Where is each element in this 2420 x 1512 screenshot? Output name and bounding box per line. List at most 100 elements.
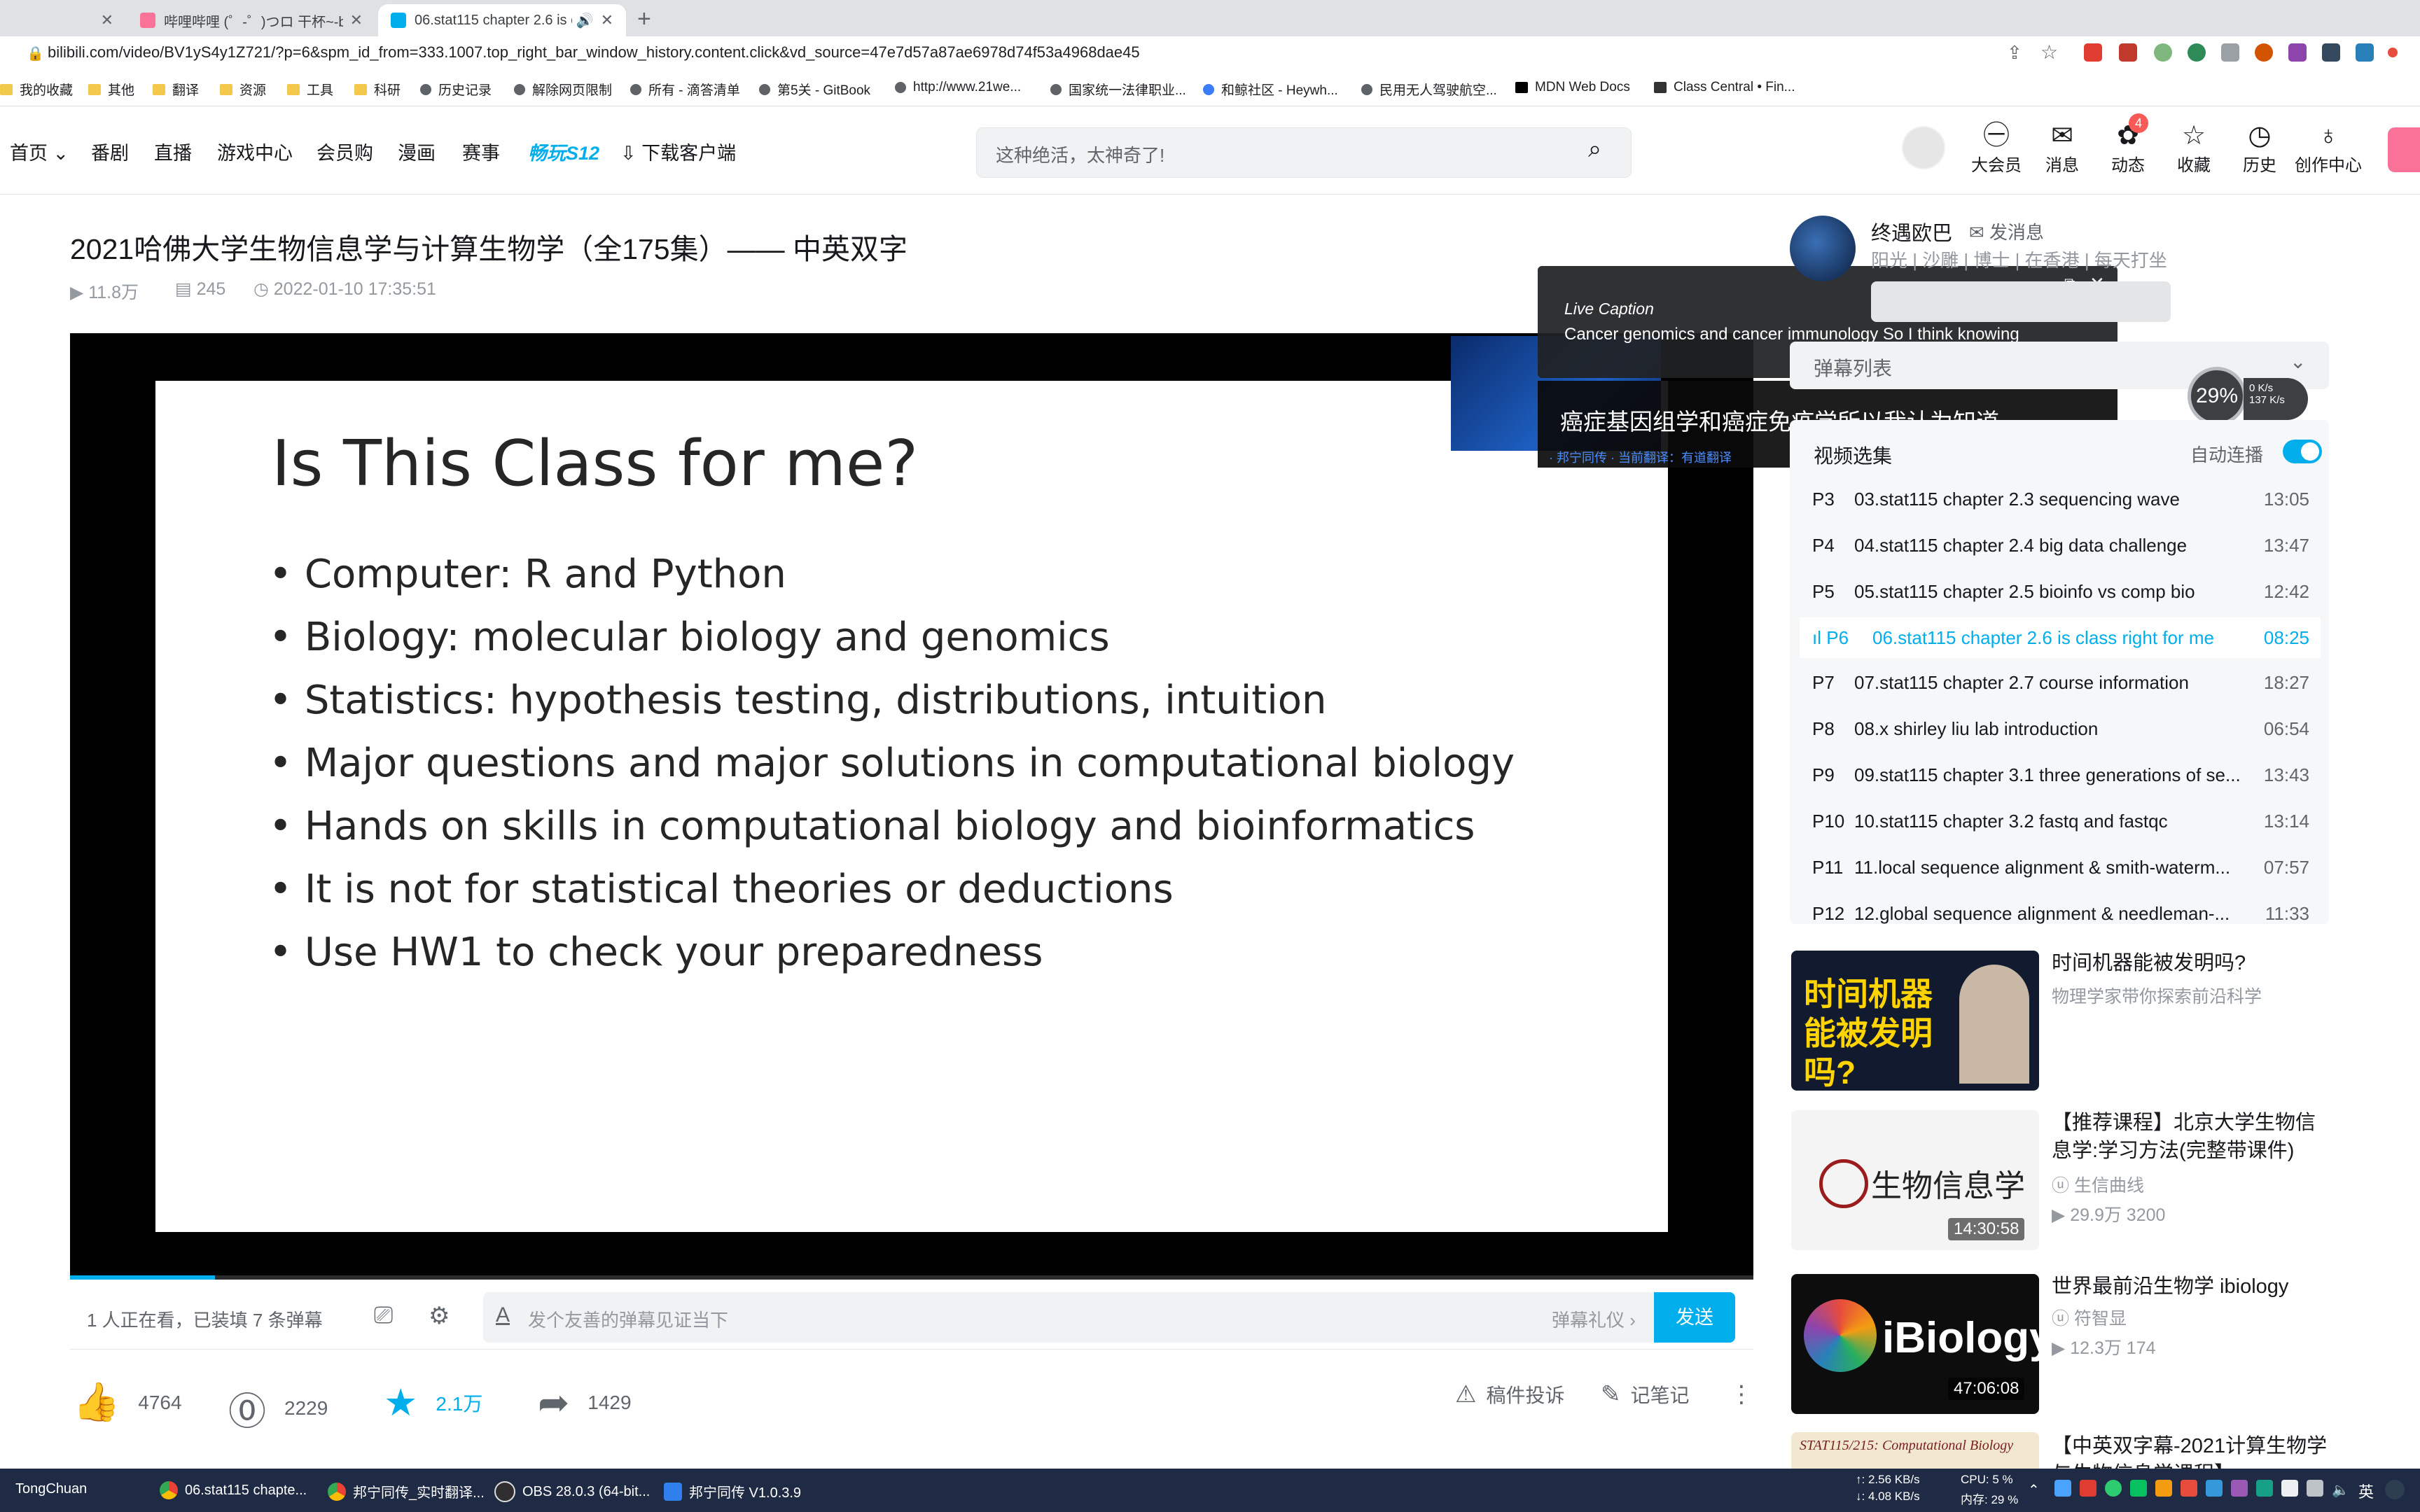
search-icon[interactable]: ⌕ bbox=[1588, 136, 1601, 163]
new-tab-button[interactable]: + bbox=[637, 6, 651, 33]
bookmark-item[interactable]: 科研 bbox=[354, 80, 401, 99]
rec-title[interactable]: 【推荐课程】北京大学生物信息学:学习方法(完整带课件) bbox=[2052, 1109, 2332, 1165]
nav-mall[interactable]: 会员购 bbox=[317, 138, 373, 165]
favorite-button[interactable]: ★ 2.1万 bbox=[384, 1380, 482, 1424]
extension-icon[interactable] bbox=[2119, 43, 2137, 62]
notification-center-icon[interactable] bbox=[2385, 1480, 2405, 1499]
rec-thumbnail[interactable]: 时间机器 能被发明吗? bbox=[1791, 951, 2039, 1091]
tray-app-icon[interactable] bbox=[2206, 1480, 2223, 1497]
bookmark-item[interactable]: 我的收藏 bbox=[0, 80, 73, 99]
episode-item[interactable]: P10 10.stat115 chapter 3.2 fastq and fast… bbox=[1800, 801, 2321, 841]
danmaku-etiquette-link[interactable]: 弹幕礼仪 › bbox=[1552, 1306, 1636, 1332]
url-field[interactable]: bilibili.com/video/BV1yS4y1Z721/?p=6&spm… bbox=[48, 43, 1140, 62]
browser-tab[interactable]: ✕ bbox=[0, 4, 126, 36]
rec-title[interactable]: 时间机器能被发明吗? bbox=[2052, 949, 2332, 977]
tray-app-icon[interactable] bbox=[2130, 1480, 2147, 1497]
tray-app-icon[interactable] bbox=[2181, 1480, 2197, 1497]
coin-button[interactable]: ⓪ 2229 bbox=[228, 1380, 328, 1436]
taskbar-item[interactable]: 邦宁同传_实时翻译... bbox=[328, 1481, 485, 1502]
episode-item[interactable]: P7 07.stat115 chapter 2.7 course informat… bbox=[1800, 662, 2321, 703]
more-button[interactable]: ⋮ bbox=[1730, 1380, 1753, 1408]
search-input[interactable]: 这种绝活，太神奇了! bbox=[996, 141, 1164, 167]
follow-button[interactable] bbox=[1871, 281, 2171, 322]
upload-button[interactable] bbox=[2388, 127, 2420, 172]
video-progress-bar[interactable] bbox=[70, 1275, 1753, 1280]
episode-item[interactable]: P12 12.global sequence alignment & needle… bbox=[1800, 893, 2321, 934]
bookmark-item[interactable]: 第5关 - GitBook bbox=[759, 80, 870, 99]
tray-app-icon[interactable] bbox=[2155, 1480, 2172, 1497]
taskbar-item[interactable]: 06.stat115 chapte... bbox=[160, 1481, 307, 1499]
taskbar-item[interactable]: 邦宁同传 V1.0.3.9 bbox=[664, 1481, 801, 1502]
nav-game-center[interactable]: 游戏中心 bbox=[217, 138, 293, 165]
bookmark-star-icon[interactable]: ☆ bbox=[2040, 41, 2058, 64]
danmaku-settings-icon[interactable]: ⚙ bbox=[429, 1302, 450, 1330]
bookmark-item[interactable]: 民用无人驾驶航空... bbox=[1361, 80, 1497, 99]
like-button[interactable]: 👍 4764 bbox=[73, 1380, 182, 1424]
episode-item[interactable]: P9 09.stat115 chapter 3.1 three generatio… bbox=[1800, 755, 2321, 795]
episode-item-active[interactable]: ıl P6 06.stat115 chapter 2.6 is class rig… bbox=[1800, 617, 2321, 658]
extension-icon[interactable] bbox=[2084, 43, 2102, 62]
tray-app-icon[interactable] bbox=[2256, 1480, 2273, 1497]
send-danmaku-button[interactable]: 发送 bbox=[1654, 1292, 1735, 1343]
extension-icon[interactable] bbox=[2221, 43, 2239, 62]
nav-manga[interactable]: 漫画 bbox=[398, 138, 436, 165]
extension-icon[interactable] bbox=[2388, 48, 2398, 57]
nav-home[interactable]: 首页 ⌄ bbox=[10, 138, 69, 165]
taskbar-user[interactable]: TongChuan bbox=[15, 1481, 87, 1497]
bookmark-item[interactable]: 历史记录 bbox=[420, 80, 492, 99]
share-icon[interactable]: ⇪ bbox=[2007, 42, 2022, 64]
episode-item[interactable]: P8 08.x shirley liu lab introduction 06:54 bbox=[1800, 708, 2321, 749]
speaker-icon[interactable]: 🔊 bbox=[576, 12, 594, 29]
header-vip[interactable]: ㊀大会员 bbox=[1965, 120, 2028, 176]
nav-download[interactable]: ⇩ 下载客户端 bbox=[620, 138, 736, 165]
share-button[interactable]: ➦ 1429 bbox=[538, 1380, 632, 1424]
extension-icon[interactable] bbox=[2356, 43, 2374, 62]
danmaku-toggle-icon[interactable]: ⎚ bbox=[374, 1302, 393, 1329]
browser-tab[interactable]: 哔哩哔哩 (゜-゜)つロ 干杯~-bilibili ✕ bbox=[127, 4, 375, 36]
uploader-avatar[interactable] bbox=[1790, 216, 1856, 281]
bookmark-item[interactable]: Class Central • Fin... bbox=[1654, 80, 1795, 95]
extension-icon[interactable] bbox=[2188, 43, 2206, 62]
cpu-ring-widget[interactable]: 29% bbox=[2188, 367, 2246, 426]
nav-anime[interactable]: 番剧 bbox=[91, 138, 129, 165]
extension-icon[interactable] bbox=[2255, 43, 2273, 62]
tray-app-icon[interactable] bbox=[2281, 1480, 2298, 1497]
chevron-down-icon[interactable]: ⌄ bbox=[2290, 350, 2306, 373]
rec-title[interactable]: 【中英双字幕-2021计算生物学与生物信息学课程】 bbox=[2052, 1432, 2332, 1469]
lock-icon[interactable]: 🔒 bbox=[27, 45, 44, 62]
tray-app-icon[interactable] bbox=[2080, 1480, 2096, 1497]
bookmark-item[interactable]: 资源 bbox=[220, 80, 266, 99]
header-creator-center[interactable]: ♁ 创作中心 bbox=[2290, 120, 2367, 176]
bookmark-item[interactable]: 其他 bbox=[88, 80, 134, 99]
speaker-icon[interactable]: 🔈 bbox=[2332, 1481, 2349, 1499]
send-message-link[interactable]: ✉ 发消息 bbox=[1969, 218, 2044, 244]
episode-item[interactable]: P5 05.stat115 chapter 2.5 bioinfo vs comp… bbox=[1800, 571, 2321, 612]
rec-thumbnail[interactable]: STAT115/215: Computational Biology bbox=[1791, 1432, 2039, 1469]
extension-icon[interactable] bbox=[2322, 43, 2340, 62]
nav-s12[interactable]: 畅玩S12 bbox=[528, 138, 599, 165]
input-language[interactable]: 英 bbox=[2358, 1480, 2374, 1502]
close-tab-icon[interactable]: ✕ bbox=[350, 11, 363, 29]
extension-icon[interactable] bbox=[2154, 43, 2172, 62]
header-dynamics[interactable]: ✿ 动态 bbox=[2096, 120, 2160, 176]
taskbar-item[interactable]: OBS 28.0.3 (64-bit... bbox=[494, 1481, 650, 1502]
tray-app-icon[interactable] bbox=[2307, 1480, 2323, 1497]
bookmark-item[interactable]: 国家统一法律职业... bbox=[1050, 80, 1186, 99]
bookmark-item[interactable]: 解除网页限制 bbox=[514, 80, 612, 99]
episode-item[interactable]: P4 04.stat115 chapter 2.4 big data challe… bbox=[1800, 525, 2321, 566]
report-button[interactable]: ⚠ 稿件投诉 bbox=[1455, 1380, 1565, 1408]
close-tab-icon[interactable]: ✕ bbox=[101, 11, 113, 29]
notes-button[interactable]: ✎ 记笔记 bbox=[1601, 1380, 1690, 1408]
bookmark-item[interactable]: 所有 - 滴答清单 bbox=[630, 80, 740, 99]
bookmark-item[interactable]: 工具 bbox=[287, 80, 333, 99]
tray-app-icon[interactable] bbox=[2231, 1480, 2248, 1497]
episode-item[interactable]: P3 03.stat115 chapter 2.3 sequencing wave… bbox=[1800, 479, 2321, 519]
rec-title[interactable]: 世界最前沿生物学 ibiology bbox=[2052, 1273, 2332, 1301]
close-tab-icon[interactable]: ✕ bbox=[601, 11, 613, 29]
header-messages[interactable]: ✉ 消息 bbox=[2031, 120, 2094, 176]
header-favorites[interactable]: ☆ 收藏 bbox=[2162, 120, 2225, 176]
extension-icon[interactable] bbox=[2288, 43, 2307, 62]
nav-live[interactable]: 直播 bbox=[154, 138, 192, 165]
bookmark-item[interactable]: 翻译 bbox=[153, 80, 199, 99]
bookmark-item[interactable]: 和鲸社区 - Heywh... bbox=[1203, 80, 1338, 99]
